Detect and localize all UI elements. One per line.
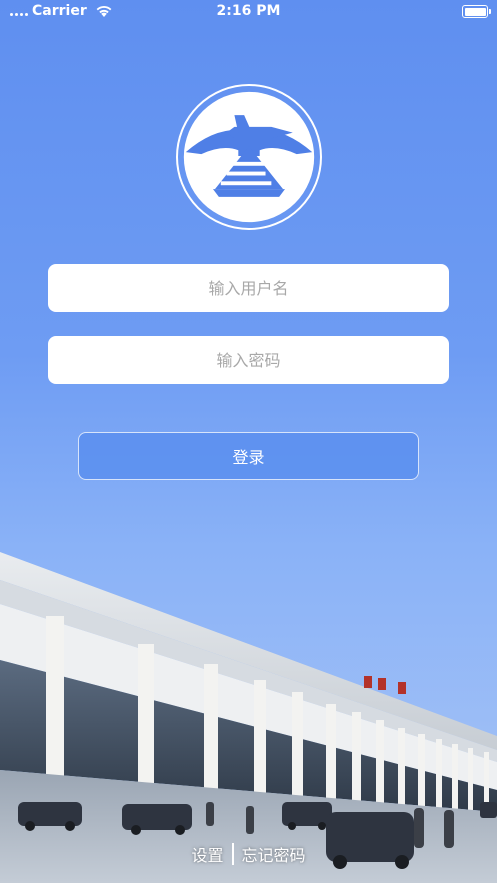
battery-icon [462,5,491,18]
footer-links: 设置 忘记密码 [0,842,497,866]
username-input[interactable] [48,264,449,312]
login-button[interactable]: 登录 [78,432,419,480]
airport-terminal-image [0,540,497,883]
footer-divider [231,843,234,865]
app-logo [176,84,322,230]
settings-link[interactable]: 设置 [185,842,229,866]
status-time: 2:16 PM [216,3,281,19]
password-input[interactable] [48,336,449,384]
status-bar: Carrier 2:16 PM [0,0,497,24]
airplane-logo-icon [183,91,315,223]
forgot-password-link[interactable]: 忘记密码 [236,842,312,866]
